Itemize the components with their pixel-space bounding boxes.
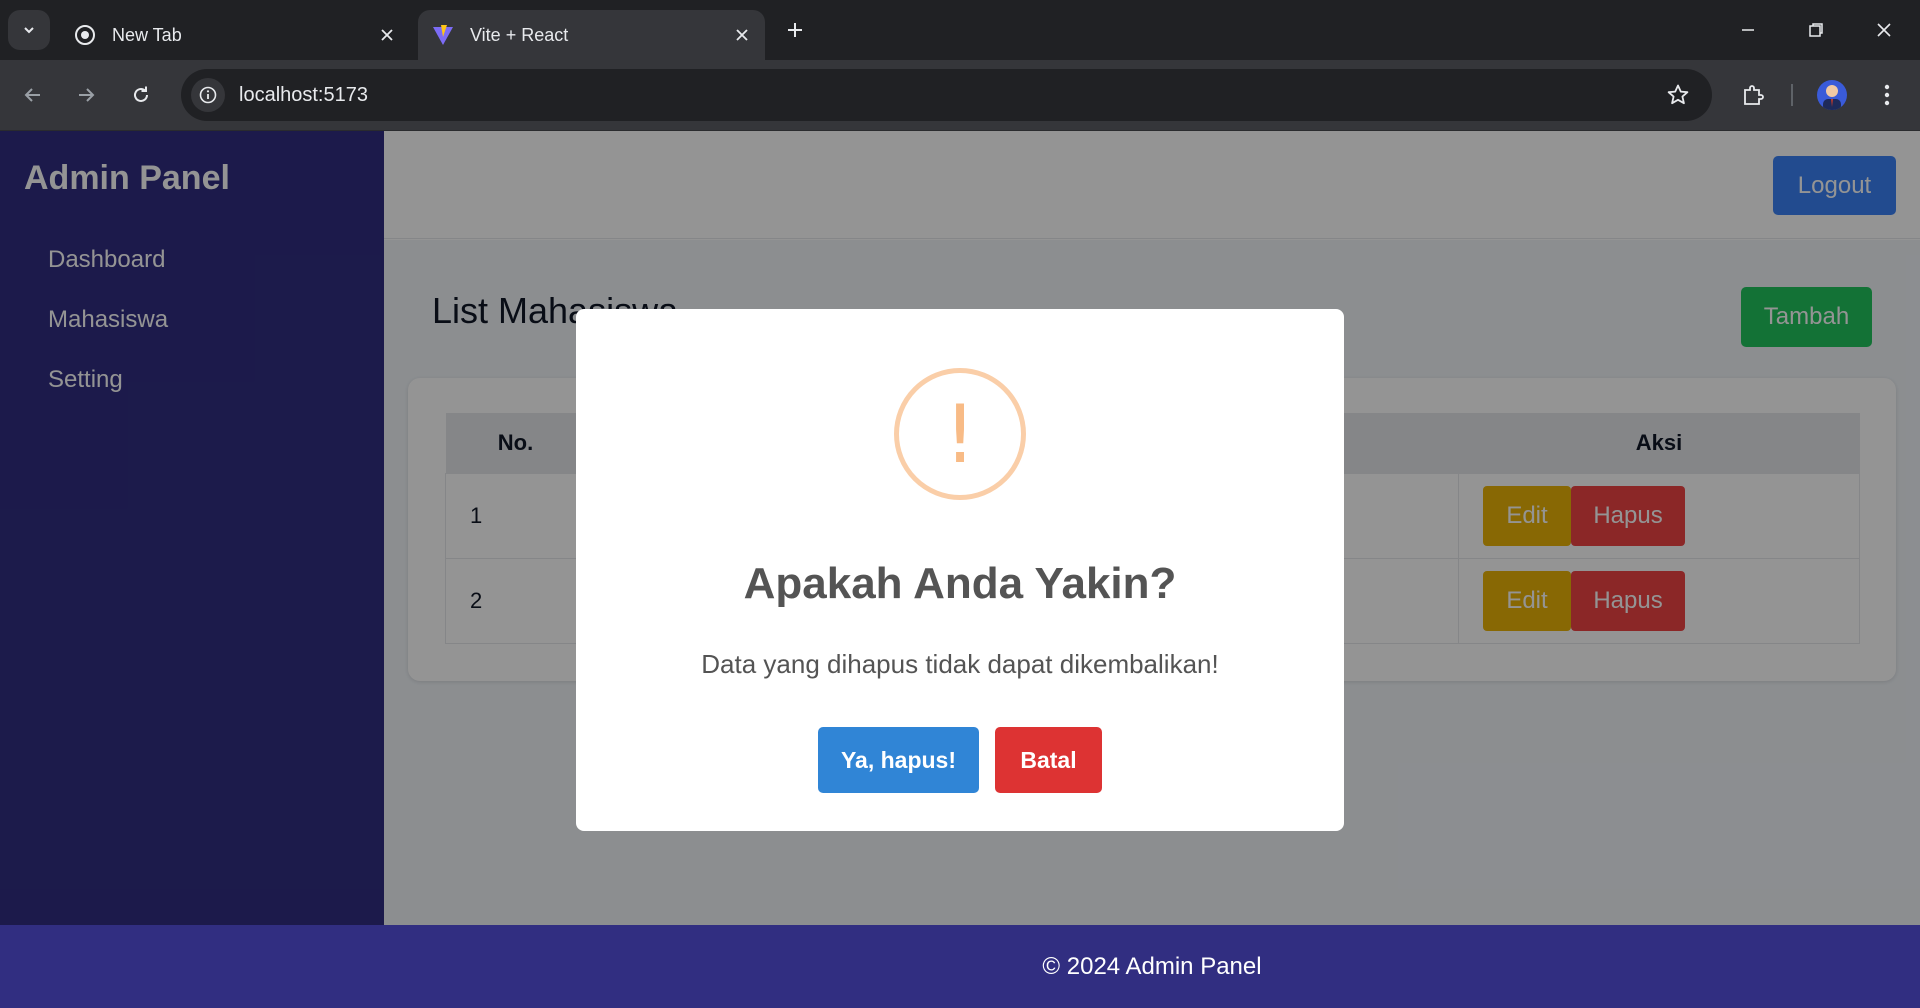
reload-icon <box>134 86 148 102</box>
url-text: localhost:5173 <box>239 83 368 106</box>
tab-search-button[interactable] <box>8 10 50 50</box>
browser-toolbar: localhost:5173 <box>0 60 1920 131</box>
confirm-delete-button[interactable]: Ya, hapus! <box>818 727 979 793</box>
dialog-title: Apakah Anda Yakin? <box>743 559 1177 608</box>
tab-new-tab[interactable]: New Tab <box>60 10 410 60</box>
address-bar[interactable]: localhost:5173 <box>181 69 1712 121</box>
arrow-left-icon <box>24 88 40 102</box>
footer-unshaded <box>0 925 1920 1008</box>
tab-title: Vite + React <box>470 24 569 45</box>
arrow-right-icon <box>79 88 95 102</box>
cancel-button[interactable]: Batal <box>995 727 1102 793</box>
close-tab-icon[interactable] <box>372 20 402 50</box>
minimize-button[interactable] <box>1728 10 1768 50</box>
warning-mark: ! <box>943 387 977 481</box>
profile-avatar[interactable] <box>1817 80 1847 110</box>
chevron-down-icon <box>24 27 34 34</box>
new-tab-button[interactable] <box>780 15 810 45</box>
bookmark-star-icon[interactable] <box>1664 81 1692 109</box>
forward-button[interactable] <box>66 75 106 115</box>
plus-icon <box>788 23 802 37</box>
tab-vite-react[interactable]: Vite + React <box>418 10 765 60</box>
dialog-message: Data yang dihapus tidak dapat dikembalik… <box>701 649 1219 679</box>
close-tab-icon[interactable] <box>727 20 757 50</box>
puzzle-icon <box>1744 85 1764 105</box>
restore-icon <box>1809 23 1823 37</box>
warning-icon: ! <box>894 368 1026 500</box>
extensions-button[interactable] <box>1733 75 1773 115</box>
browser-tab-bar: New Tab Vite + React <box>0 0 1920 60</box>
close-icon <box>1877 23 1891 37</box>
close-window-button[interactable] <box>1864 10 1904 50</box>
tab-title: New Tab <box>112 24 182 45</box>
more-vertical-icon <box>1884 84 1890 106</box>
chrome-icon <box>74 24 96 46</box>
vite-icon <box>432 24 454 46</box>
restore-button[interactable] <box>1796 10 1836 50</box>
site-info-icon[interactable] <box>191 78 225 112</box>
minimize-icon <box>1742 29 1754 31</box>
confirm-dialog: ! Apakah Anda Yakin? Data yang dihapus t… <box>576 309 1344 831</box>
reload-button[interactable] <box>121 75 161 115</box>
toolbar-separator <box>1791 84 1793 106</box>
back-button[interactable] <box>13 75 53 115</box>
browser-menu-button[interactable] <box>1867 75 1907 115</box>
